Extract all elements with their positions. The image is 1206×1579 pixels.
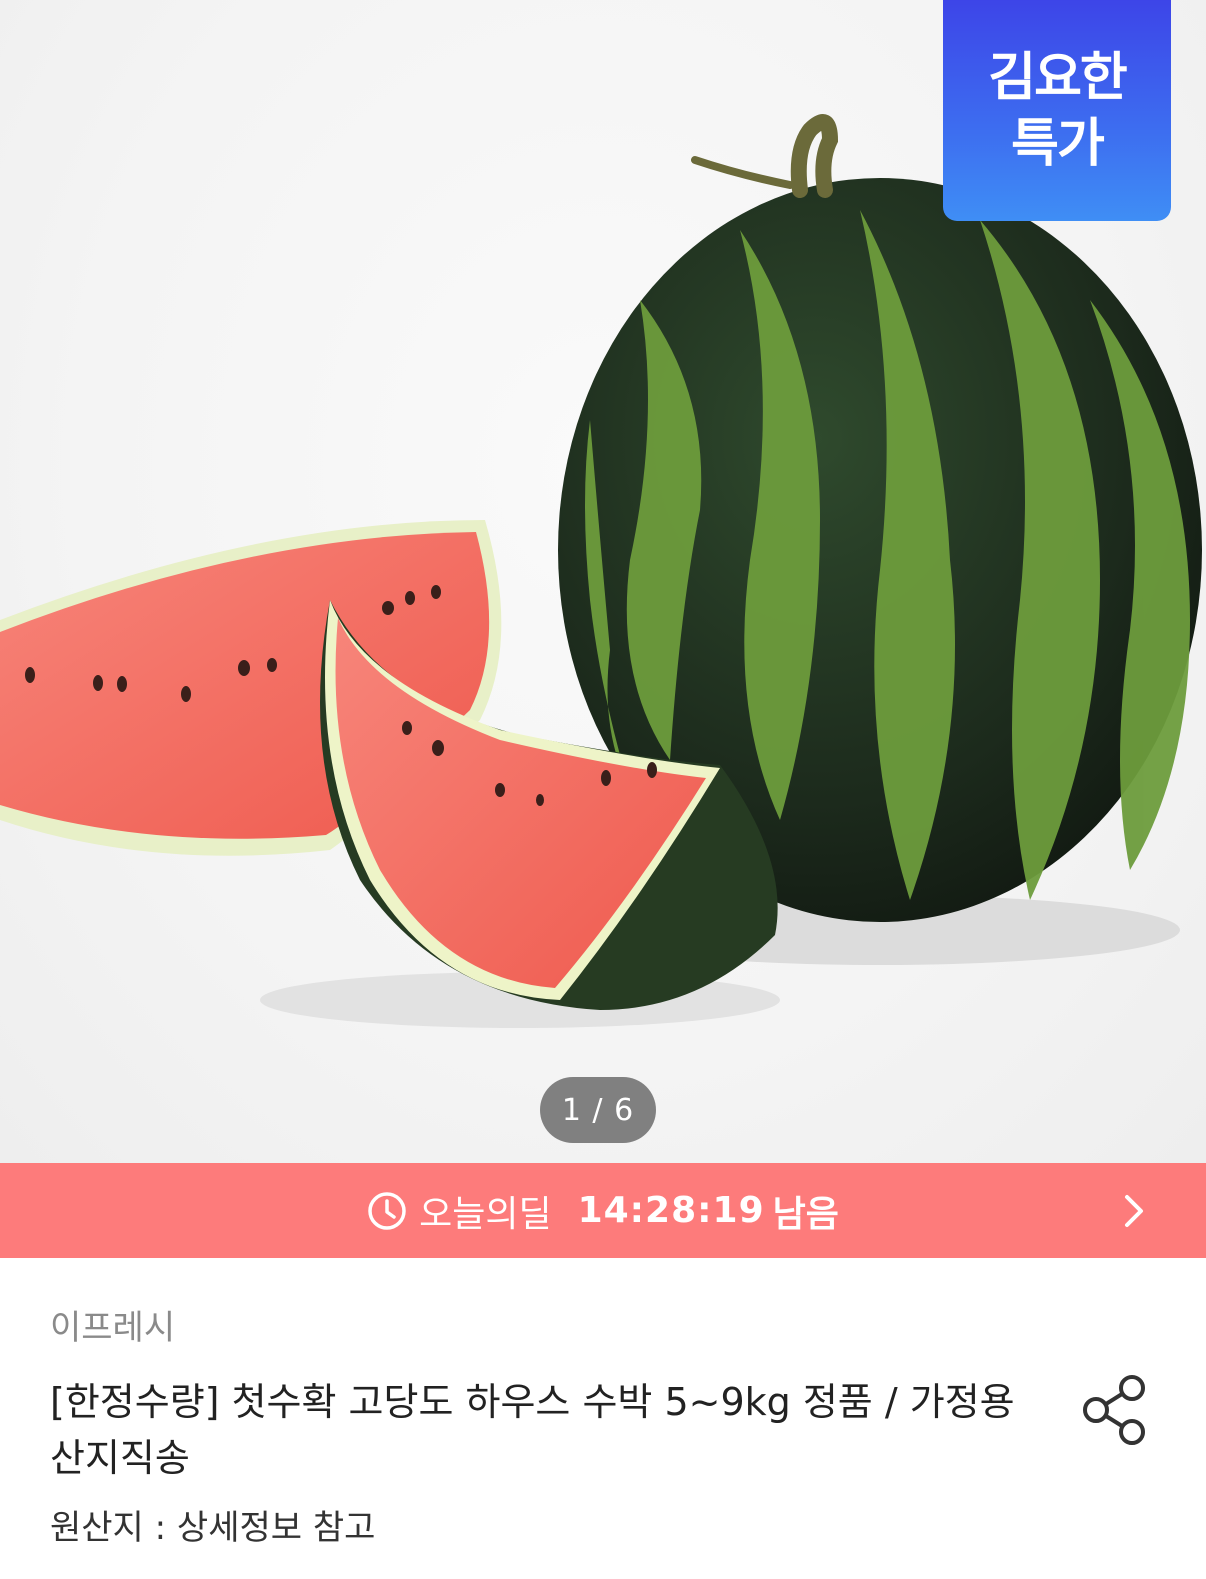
chevron-right-icon[interactable] <box>1114 1191 1154 1231</box>
share-icon[interactable] <box>1080 1372 1150 1448</box>
deal-label: 오늘의딜 <box>419 1193 552 1235</box>
product-title: [한정수량] 첫수확 고당도 하우스 수박 5~9kg 정품 / 가정용 산지직… <box>50 1380 1015 1480</box>
product-image[interactable]: 김요한 특가 1 / 6 <box>0 0 1206 1163</box>
origin-info: 원산지 : 상세정보 참고 <box>50 1508 376 1548</box>
todays-deal-bar[interactable]: 오늘의딜 14:28:19 남음 <box>0 1163 1206 1258</box>
deal-remaining-label: 남음 <box>772 1193 839 1235</box>
image-counter: 1 / 6 <box>540 1077 656 1143</box>
deal-countdown: 14:28:19 <box>577 1190 765 1231</box>
clock-icon <box>368 1191 406 1230</box>
seller-name[interactable]: 이프레시 <box>50 1300 175 1349</box>
badge-line1: 김요한 <box>988 47 1128 108</box>
special-deal-badge: 김요한 특가 <box>943 0 1171 221</box>
badge-line2: 특가 <box>1011 113 1105 174</box>
